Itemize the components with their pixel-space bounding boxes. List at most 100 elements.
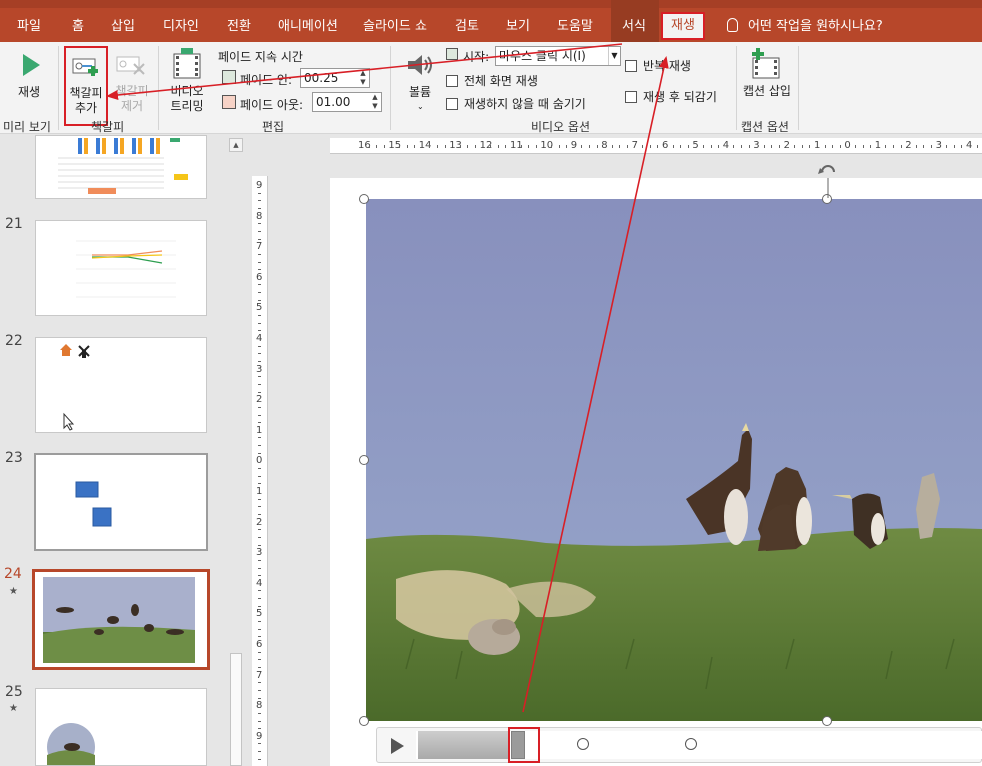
ruler-tick [414, 145, 416, 148]
fade-out-label: 페이드 아웃: [240, 98, 304, 112]
tab-format[interactable]: 서식 [622, 17, 646, 37]
bookmark-marker-1[interactable] [577, 738, 589, 750]
ruler-tick [258, 253, 261, 255]
slide-thumbnail-24[interactable] [32, 569, 210, 670]
ruler-label: 8 [601, 140, 608, 151]
ruler-tick [258, 414, 261, 416]
ruler-label: 3 [935, 140, 942, 151]
tab-help[interactable]: 도움말 [557, 17, 593, 37]
fade-duration-label: 페이드 지속 시간 [218, 50, 303, 64]
ruler-tick [258, 383, 261, 385]
tell-me-search[interactable]: 어떤 작업을 원하시나요? [727, 17, 883, 37]
slide-thumbnail-21[interactable] [35, 220, 207, 316]
tab-insert[interactable]: 삽입 [111, 17, 135, 37]
fade-in-icon [222, 70, 236, 84]
rotate-handle-icon[interactable] [816, 158, 840, 200]
preview-play-label: 재생 [17, 85, 41, 99]
scroll-up-arrow-icon[interactable]: ▲ [229, 138, 243, 152]
ruler-tick [976, 145, 978, 148]
ruler-tick [535, 145, 537, 148]
hide-while-not-playing-checkbox[interactable] [446, 98, 458, 110]
tab-slideshow[interactable]: 슬라이드 쇼 [363, 17, 427, 37]
fade-in-input[interactable]: 00.25 ▲ ▼ [300, 68, 370, 88]
loop-checkbox-row[interactable]: 반복 재생 [625, 57, 691, 74]
fade-out-input[interactable]: 01.00 ▲ ▼ [312, 92, 382, 112]
insert-captions-button[interactable]: 캡션 삽입 [742, 46, 792, 118]
slide-thumbnail-23[interactable] [34, 453, 208, 551]
horizontal-ruler: 16 15 14 13 12 11 10 9 8 7 6 5 4 3 2 1 0 1 2 3 4 [330, 138, 982, 154]
resize-handle-bottom[interactable] [822, 716, 832, 726]
ruler-tick [596, 145, 598, 148]
ruler-tick [258, 483, 261, 485]
add-bookmark-button[interactable]: 책갈피 추가 [64, 46, 108, 126]
animation-star-icon: ★ [9, 703, 18, 714]
ruler-tick [611, 145, 613, 148]
ruler-tick [680, 145, 682, 148]
fullscreen-checkbox-row[interactable]: 전체 화면 재생 [446, 72, 538, 89]
tab-animations[interactable]: 애니메이션 [278, 17, 338, 37]
ruler-tick [258, 391, 261, 393]
scrollbar-thumb[interactable] [230, 653, 242, 766]
ruler-label: 6 [256, 639, 263, 650]
ruler-tick [258, 452, 261, 454]
ruler-tick [687, 145, 689, 148]
video-frame[interactable] [366, 199, 982, 721]
ruler-tick [258, 315, 261, 317]
ruler-tick [258, 207, 261, 209]
slide-thumbnail-20[interactable] [35, 135, 207, 199]
spinner-arrows-icon[interactable]: ▲ ▼ [369, 93, 381, 111]
resize-handle-top-left[interactable] [359, 194, 369, 204]
tab-transitions[interactable]: 전환 [227, 17, 251, 37]
ruler-tick [862, 145, 864, 148]
fullscreen-checkbox[interactable] [446, 75, 458, 87]
fade-out-value: 01.00 [316, 95, 351, 109]
slide-thumbnail-25[interactable] [35, 688, 207, 766]
hide-checkbox-row[interactable]: 재생하지 않을 때 숨기기 [446, 95, 586, 112]
ribbon: 재생 미리 보기 책갈피 추가 책갈피 제거 책갈피 비디오 트리밍 페이드 지… [0, 42, 982, 134]
resize-handle-bottom-left[interactable] [359, 716, 369, 726]
loop-checkbox[interactable] [625, 60, 637, 72]
ruler-label: 9 [256, 730, 263, 742]
bookmark-group-label: 책갈피 [91, 120, 125, 134]
slide-thumbnail-22[interactable] [35, 337, 207, 433]
group-separator [390, 46, 391, 130]
bookmark-marker-2[interactable] [685, 738, 697, 750]
remove-bookmark-button[interactable]: 책갈피 제거 [112, 46, 152, 118]
tab-file[interactable]: 파일 [17, 17, 41, 37]
tab-review[interactable]: 검토 [455, 17, 479, 37]
tab-view[interactable]: 보기 [506, 17, 530, 37]
ruler-tick [915, 145, 917, 148]
ruler-tick [733, 145, 735, 148]
playhead-highlight-box [508, 727, 540, 763]
ruler-tick [855, 145, 856, 148]
chevron-down-icon: ⌄ [417, 102, 424, 111]
play-icon[interactable] [391, 738, 404, 754]
ruler-tick [258, 659, 261, 661]
ruler-tick [657, 145, 659, 148]
tab-playback[interactable]: 재생 [661, 12, 705, 40]
spinner-arrows-icon[interactable]: ▲ ▼ [357, 69, 369, 87]
ruler-tick [258, 559, 261, 561]
tab-home[interactable]: 홈 [72, 17, 84, 37]
ruler-label: 7 [256, 241, 263, 253]
resize-handle-left[interactable] [359, 455, 369, 465]
ruler-tick [258, 269, 261, 271]
ruler-tick [258, 628, 261, 630]
dropdown-arrow-icon[interactable]: ▼ [608, 47, 620, 65]
volume-button[interactable]: 볼륨 ⌄ [400, 46, 440, 118]
rewind-checkbox[interactable] [625, 91, 637, 103]
ruler-tick [505, 145, 507, 148]
lightbulb-icon [727, 18, 738, 32]
ruler-label: 3 [256, 363, 263, 375]
ruler-label: 3 [753, 140, 760, 151]
preview-play-button[interactable]: 재생 [6, 46, 54, 106]
start-select[interactable]: 마우스 클릭 시(I) ▼ [495, 46, 621, 66]
ruler-tick [258, 720, 261, 722]
ruler-label: 1 [814, 140, 821, 151]
trim-video-button[interactable]: 비디오 트리밍 [164, 46, 210, 118]
rewind-checkbox-row[interactable]: 재생 후 되감기 [625, 88, 717, 105]
thumbnail-scrollbar[interactable]: ▲ [228, 135, 244, 766]
tab-design[interactable]: 디자인 [163, 17, 199, 37]
ruler-tick [376, 145, 378, 148]
vertical-ruler: 9 8 7 6 5 4 3 2 1 0 1 2 3 4 5 6 7 8 9 [252, 176, 268, 766]
